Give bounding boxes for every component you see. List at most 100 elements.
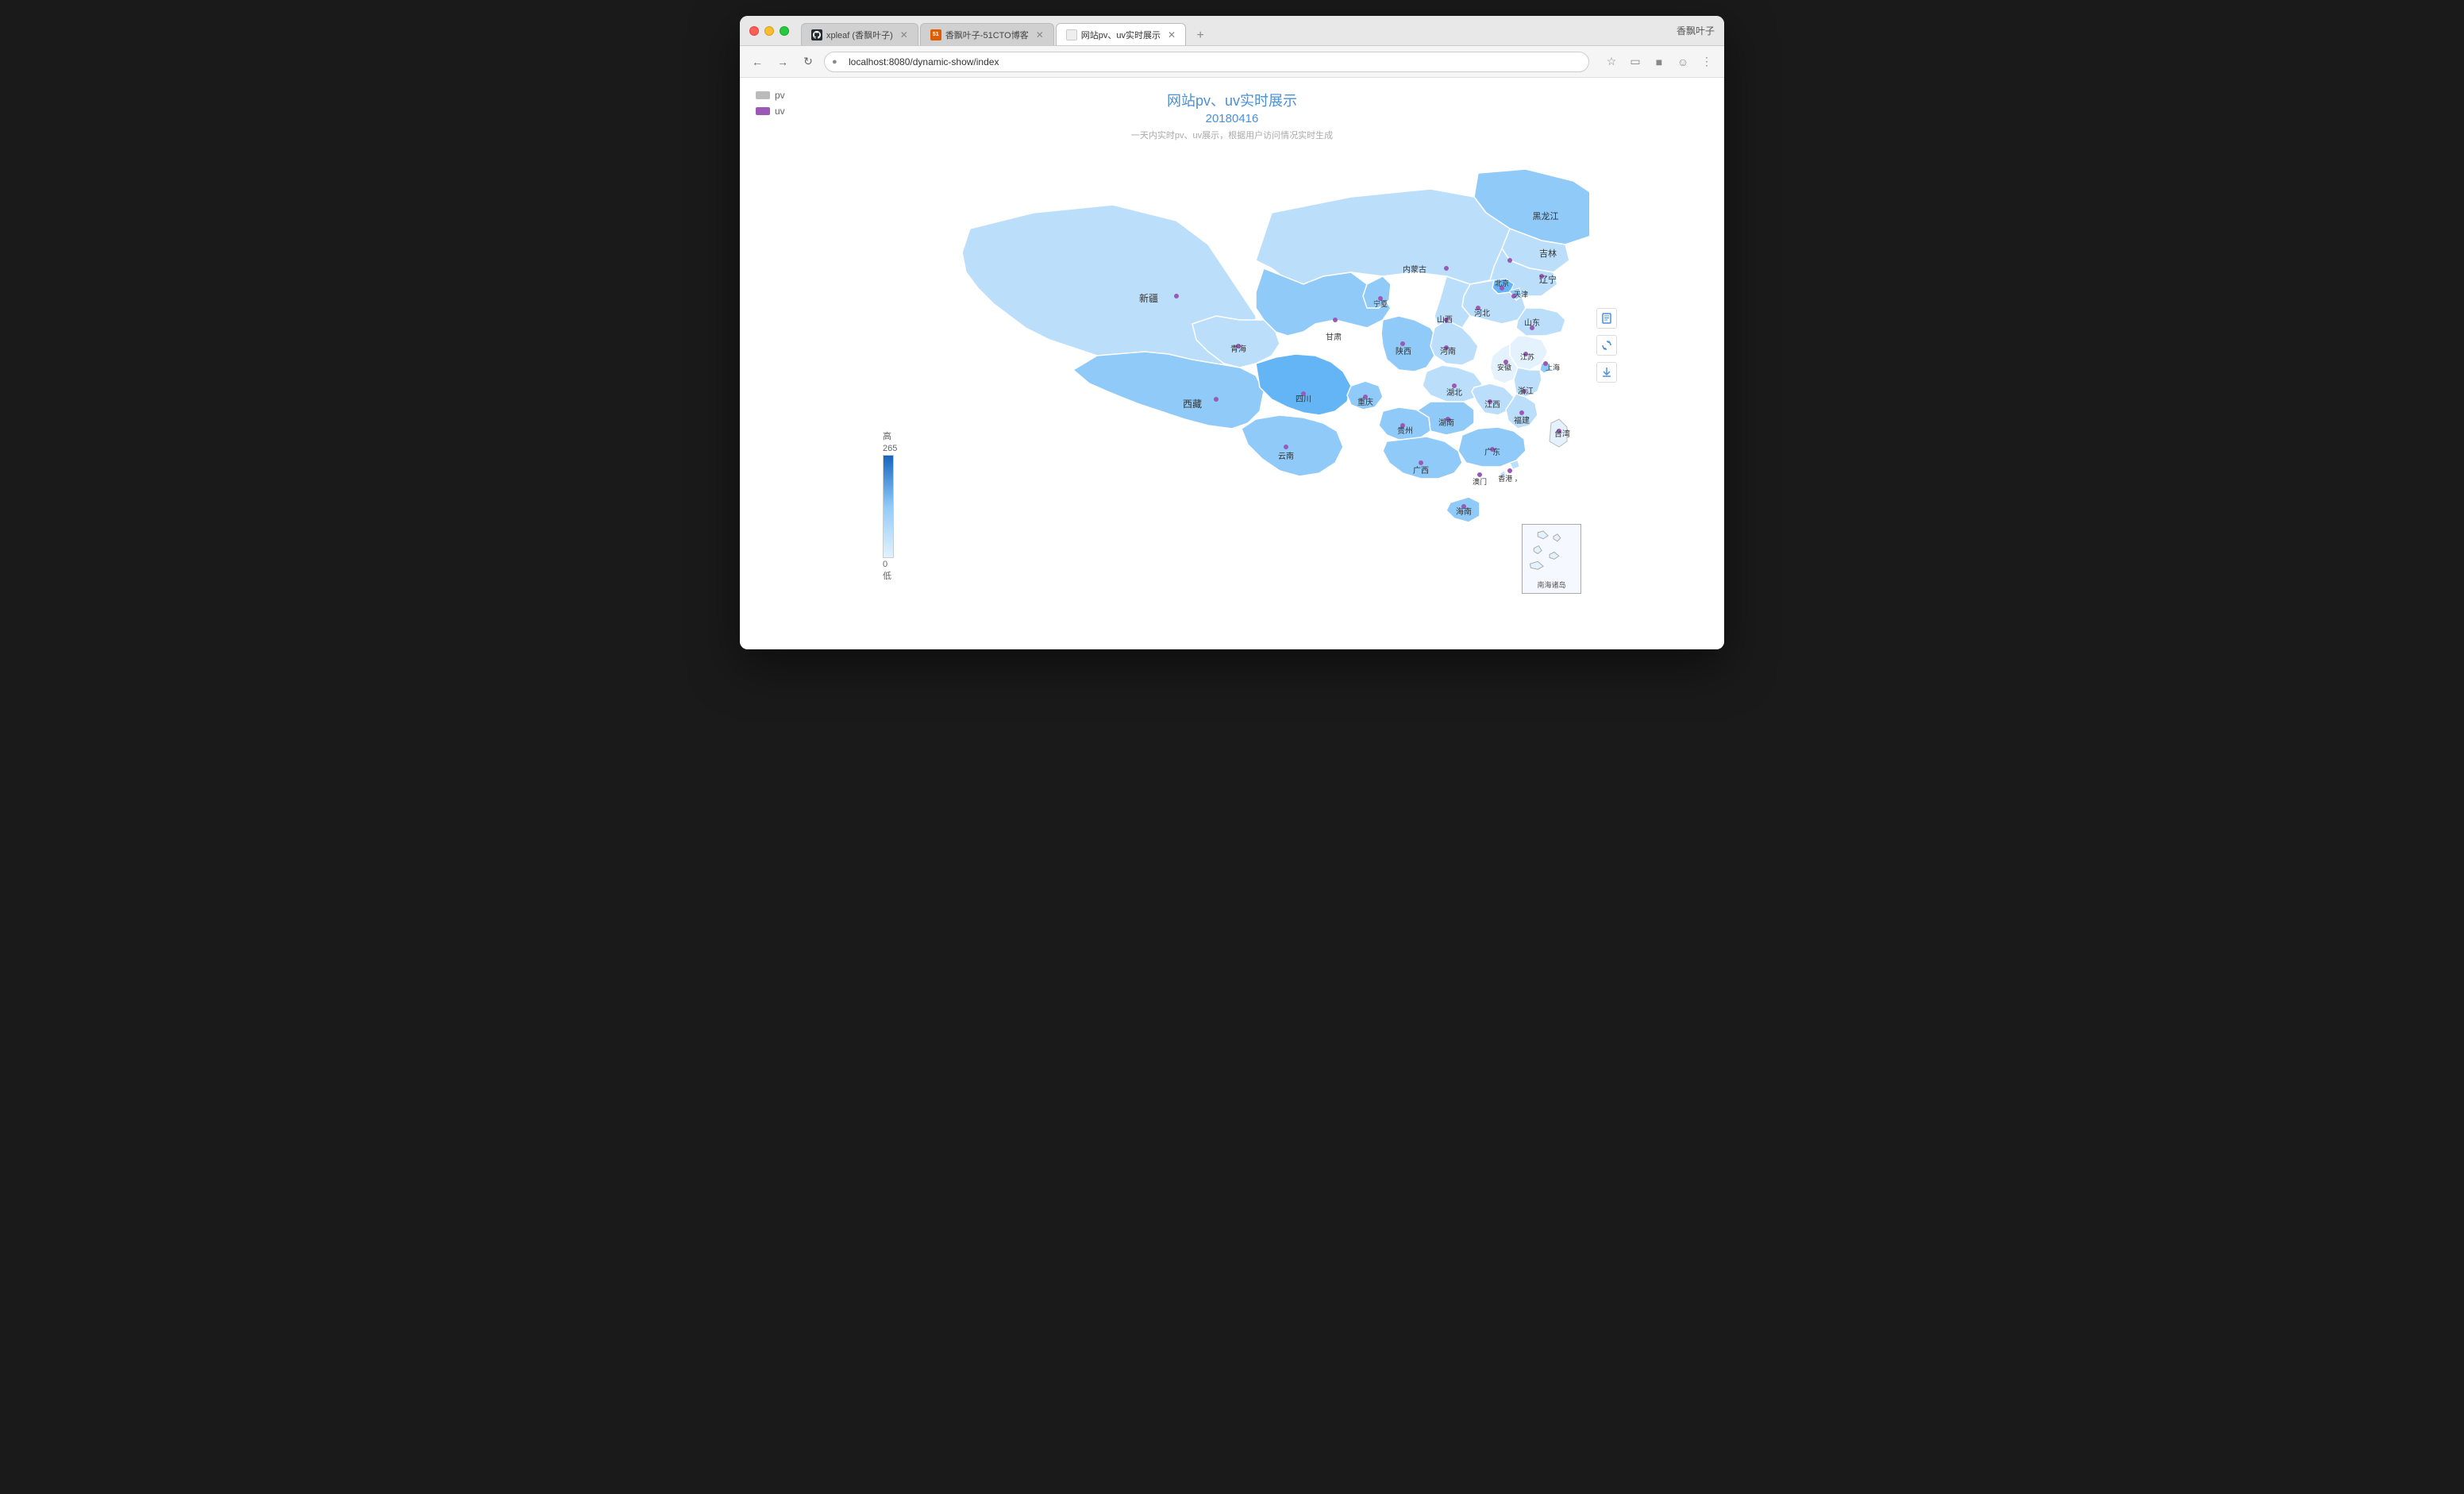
legend-pv-color [756, 91, 770, 99]
china-map: 黑龙江 吉林 辽宁 内蒙古 新疆 北京 天津 河北 山西 山东 河南 陕西 宁夏… [875, 149, 1589, 610]
address-bar: ← → ↻ ● ☆ ▭ ■ ☺ ⋮ [740, 46, 1724, 78]
label-inner-mongolia: 内蒙古 [1403, 264, 1426, 275]
dot-yunnan [1284, 445, 1288, 449]
dot-fujian [1519, 410, 1524, 415]
map-wrapper: 265 0 [875, 149, 1589, 614]
chart-subtitle: 一天内实时pv、uv展示，根据用户访问情况实时生成 [752, 129, 1712, 141]
legend-uv-label: uv [775, 106, 785, 117]
extensions-button[interactable]: ■ [1650, 52, 1669, 71]
forward-button[interactable]: → [773, 52, 792, 71]
province-sichuan[interactable] [1256, 354, 1351, 415]
tool-doc-button[interactable] [1596, 308, 1617, 329]
scale-high-value: 265 [883, 444, 897, 453]
dot-macau [1477, 472, 1482, 477]
label-heilongjiang: 黑龙江 [1533, 211, 1559, 221]
label-yunnan: 云南 [1278, 451, 1294, 461]
tool-download-button[interactable] [1596, 362, 1617, 383]
traffic-lights [749, 26, 789, 36]
label-hubei: 湖北 [1446, 388, 1462, 398]
color-scale: 265 0 [883, 429, 897, 582]
south-sea-islands [1526, 525, 1577, 580]
label-guangxi: 广西 [1413, 466, 1429, 476]
tab-bar: xpleaf (香飘叶子) ✕ 51 香飘叶子-51CTO博客 ✕ 网站pv、u… [801, 16, 1210, 45]
province-henan[interactable] [1430, 320, 1478, 365]
tab-51cto-close[interactable]: ✕ [1036, 29, 1044, 40]
cast-button[interactable]: ▭ [1626, 52, 1645, 71]
scale-high-label [883, 429, 891, 442]
close-button[interactable] [749, 26, 759, 36]
menu-button[interactable]: ⋮ [1697, 52, 1716, 71]
legend-pv: pv [756, 90, 785, 101]
label-beijing: 北京 [1495, 279, 1509, 287]
label-ningxia: 宁夏 [1373, 299, 1388, 308]
label-hebei: 河北 [1474, 309, 1490, 318]
dot-hubei [1452, 383, 1457, 388]
south-sea-label: 南海诸岛 [1537, 580, 1565, 590]
titlebar: xpleaf (香飘叶子) ✕ 51 香飘叶子-51CTO博客 ✕ 网站pv、u… [740, 16, 1724, 46]
south-sea-box: 南海诸岛 [1522, 524, 1581, 594]
dot-hongkong [1507, 468, 1512, 473]
label-jiangxi: 江西 [1484, 400, 1500, 410]
tab-51cto[interactable]: 51 香飘叶子-51CTO博客 ✕ [920, 23, 1054, 45]
dot-jilin [1507, 258, 1512, 263]
label-tibet: 西藏 [1183, 399, 1202, 410]
label-shaanxi: 陕西 [1396, 346, 1411, 356]
label-macau: 澳门 [1473, 477, 1487, 486]
label-henan: 河南 [1440, 346, 1456, 356]
tab-pv-uv[interactable]: 网站pv、uv实时展示 ✕ [1056, 23, 1186, 45]
scale-bar [883, 455, 894, 558]
province-inner-mongolia[interactable] [1256, 189, 1510, 284]
tab-xpleaf-close[interactable]: ✕ [900, 29, 908, 40]
new-tab-button[interactable]: + [1191, 26, 1210, 45]
dot-gansu [1333, 318, 1338, 322]
tab-xpleaf[interactable]: xpleaf (香飘叶子) ✕ [801, 23, 918, 45]
minimize-button[interactable] [764, 26, 774, 36]
label-xinjiang: 新疆 [1139, 292, 1158, 304]
legend-uv: uv [756, 106, 785, 117]
user-profile: 香飘叶子 [1677, 24, 1715, 37]
label-shanghai: 上海 [1546, 363, 1560, 372]
label-tianjin: 天津 [1514, 291, 1528, 298]
map-container: 265 0 [752, 149, 1712, 614]
label-chongqing: 重庆 [1357, 397, 1373, 407]
address-bar-wrapper: ● [824, 52, 1589, 72]
label-hongkong: 香港 ， [1498, 474, 1522, 483]
label-anhui: 安徽 [1497, 363, 1511, 372]
legend-pv-label: pv [775, 90, 785, 101]
avatar-button[interactable]: ☺ [1673, 52, 1692, 71]
legend-uv-color [756, 107, 770, 115]
address-input[interactable] [824, 52, 1589, 72]
tab-pv-uv-close[interactable]: ✕ [1168, 29, 1176, 40]
label-taiwan: 台湾 [1554, 429, 1570, 439]
legend: pv uv [756, 90, 785, 117]
dot-shaanxi [1400, 341, 1405, 346]
browser-window: xpleaf (香飘叶子) ✕ 51 香飘叶子-51CTO博客 ✕ 网站pv、u… [740, 16, 1724, 649]
label-hunan: 湖南 [1438, 418, 1454, 428]
label-fujian: 福建 [1514, 415, 1530, 425]
chart-title: 网站pv、uv实时展示 [752, 90, 1712, 110]
label-sichuan: 四川 [1296, 395, 1311, 404]
scale-low-label [883, 569, 891, 582]
province-shaanxi[interactable] [1381, 316, 1438, 372]
main-content: pv uv 网站pv、uv实时展示 20180416 一天内实时pv、uv展示，… [740, 78, 1724, 649]
back-button[interactable]: ← [748, 52, 767, 71]
tool-refresh-button[interactable] [1596, 335, 1617, 356]
reload-button[interactable]: ↻ [799, 52, 818, 71]
dot-inner-mongolia [1444, 266, 1449, 271]
label-guizhou: 贵州 [1397, 425, 1413, 436]
province-yunnan[interactable] [1242, 415, 1343, 476]
label-qinghai: 青海 [1230, 344, 1246, 354]
dot-tibet [1214, 397, 1219, 402]
dot-xinjiang [1174, 294, 1179, 298]
dot-guangxi [1419, 460, 1423, 465]
bookmark-button[interactable]: ☆ [1602, 52, 1621, 71]
label-jiangsu: 江苏 [1520, 352, 1534, 361]
label-guangdong: 广东 [1484, 447, 1500, 457]
label-shandong: 山东 [1524, 318, 1540, 328]
chart-date: 20180416 [752, 112, 1712, 125]
scale-low-value: 0 [883, 560, 887, 569]
label-shanxi: 山西 [1437, 315, 1453, 325]
addr-right-icons: ☆ ▭ ■ ☺ ⋮ [1602, 52, 1716, 71]
maximize-button[interactable] [780, 26, 789, 36]
label-jilin: 吉林 [1539, 248, 1557, 259]
